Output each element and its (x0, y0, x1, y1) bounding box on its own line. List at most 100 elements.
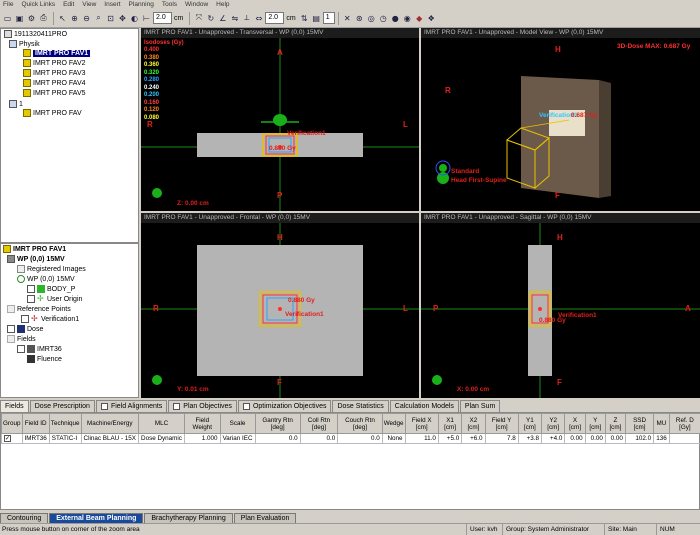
checkbox-icon[interactable] (17, 345, 25, 353)
tree-plan-4[interactable]: IMRT PRO FAV4 (23, 79, 86, 87)
slice-input[interactable]: 1 (322, 12, 335, 24)
column-header[interactable]: Y2 [cm] (541, 413, 566, 434)
cube-icon[interactable]: ◆ (414, 12, 425, 24)
group-checkbox-cell[interactable]: ✓ (1, 433, 23, 444)
model-view[interactable]: IMRT PRO FAV1 - Unapproved - Model View … (421, 28, 700, 211)
tab-checkbox[interactable] (173, 403, 181, 410)
settings-icon[interactable]: ⚙ (26, 12, 37, 24)
tree-ref-points[interactable]: Reference Points (7, 305, 71, 313)
checkbox-icon[interactable] (7, 325, 15, 333)
workspace-external-beam[interactable]: External Beam Planning (49, 513, 144, 523)
column-header[interactable]: Y1 [cm] (517, 413, 543, 434)
menu-window[interactable]: Window (185, 1, 208, 8)
page-icon[interactable]: ▤ (311, 12, 322, 24)
print-icon[interactable]: ⎙ (38, 12, 49, 24)
tree-dose[interactable]: Dose (7, 325, 43, 333)
tree-fields[interactable]: Fields (7, 335, 36, 343)
menu-help[interactable]: Help (216, 1, 229, 8)
workspace-plan-evaluation[interactable]: Plan Evaluation (233, 513, 297, 523)
mirror-icon[interactable]: ⇋ (229, 12, 240, 24)
menu-planning[interactable]: Planning (129, 1, 154, 8)
zoom-area-icon[interactable]: ⌕ (93, 12, 104, 24)
rotate-icon[interactable]: ↻ (205, 12, 216, 24)
pan-icon[interactable]: ✥ (117, 12, 128, 24)
tab-checkbox[interactable] (242, 403, 250, 410)
tree-plan-2[interactable]: IMRT PRO FAV2 (23, 59, 86, 67)
menu-tools[interactable]: Tools (162, 1, 177, 8)
column-header[interactable]: Y [cm] (584, 413, 606, 434)
zoom-in-icon[interactable]: ⊕ (69, 12, 80, 24)
column-header[interactable]: Field ID (21, 413, 50, 434)
column-header[interactable]: Scale (219, 413, 256, 434)
tree-root[interactable]: 1911320411PRO (4, 30, 67, 38)
menu-file[interactable]: File (3, 1, 13, 8)
column-header[interactable]: Technique (48, 413, 82, 434)
zoom-out-icon[interactable]: ⊖ (81, 12, 92, 24)
measure-icon[interactable]: ⊢ (141, 12, 152, 24)
column-header[interactable]: Couch Rtn [deg] (337, 413, 383, 434)
sphere-icon[interactable]: ● (390, 12, 401, 24)
tab-calculation-models[interactable]: Calculation Models (389, 400, 459, 412)
column-header[interactable]: X [cm] (564, 413, 586, 434)
tree-plan-3[interactable]: IMRT PRO FAV3 (23, 69, 86, 77)
tree-user-origin[interactable]: ✢ User Origin (27, 295, 82, 303)
workspace-contouring[interactable]: Contouring (0, 513, 49, 523)
column-header[interactable]: Wedge (381, 413, 406, 434)
column-header[interactable]: X2 [cm] (461, 413, 486, 434)
zoom-fit-icon[interactable]: ⊡ (105, 12, 116, 24)
tree-group-2[interactable]: 1 (9, 100, 23, 108)
tree-image-2[interactable]: WP (0,0) 15MV (17, 275, 75, 283)
tree-plan-6[interactable]: IMRT PRO FAV (23, 109, 82, 117)
tab-dose-prescription[interactable]: Dose Prescription (29, 400, 95, 412)
sagittal-view[interactable]: IMRT PRO FAV1 - Unapproved - Sagittal - … (421, 213, 700, 398)
window-level-icon[interactable]: ◐ (129, 12, 140, 24)
tab-field-alignments[interactable]: Field Alignments (95, 400, 168, 412)
beam-icon[interactable]: ◉ (402, 12, 413, 24)
tree-fluence[interactable]: Fluence (27, 355, 62, 363)
tab-checkbox[interactable] (100, 403, 108, 410)
column-header[interactable]: Machine/Energy (80, 413, 140, 434)
slice-up-icon[interactable]: ⇅ (299, 12, 310, 24)
column-header[interactable]: Ref. D [Gy] (668, 413, 700, 434)
tree-image[interactable]: WP (0,0) 15MV (7, 255, 65, 263)
open-icon[interactable]: ▭ (2, 12, 13, 24)
target-icon[interactable]: ⊛ (354, 12, 365, 24)
frontal-view[interactable]: IMRT PRO FAV1 - Unapproved - Frontal - W… (141, 213, 419, 398)
column-header[interactable]: MU (653, 413, 670, 434)
crosshair-icon[interactable]: ✕ (342, 12, 353, 24)
tree-group[interactable]: Physik (9, 40, 40, 48)
column-header[interactable]: X1 [cm] (437, 413, 463, 434)
menu-insert[interactable]: Insert (104, 1, 120, 8)
move-icon[interactable]: ⤧ (193, 12, 204, 24)
menu-edit[interactable]: Edit (63, 1, 74, 8)
tab-dose-statistics[interactable]: Dose Statistics (332, 400, 389, 412)
checkbox-icon[interactable] (27, 285, 35, 293)
column-header[interactable]: SSD [cm] (624, 413, 655, 434)
column-header[interactable]: Field Y [cm] (484, 413, 519, 434)
column-header[interactable]: Z [cm] (604, 413, 626, 434)
column-header[interactable]: Group (1, 413, 23, 434)
angle-icon[interactable]: ∠ (217, 12, 228, 24)
orbit-icon[interactable]: ◎ (366, 12, 377, 24)
table-row[interactable]: ✓ IMRT36 STATIC-I Clinac BLAU - 15X Dose Dyn… (1, 433, 700, 444)
tree-registered[interactable]: Registered Images (17, 265, 86, 273)
tab-plan-sum[interactable]: Plan Sum (459, 400, 501, 412)
workspace-brachytherapy[interactable]: Brachytherapy Planning (144, 513, 233, 523)
checkbox-icon[interactable] (27, 295, 35, 303)
tree-plan-header[interactable]: IMRT PRO FAV1 (3, 245, 66, 253)
save-icon[interactable]: ▣ (14, 12, 25, 24)
tree-plan-5[interactable]: IMRT PRO FAV5 (23, 89, 86, 97)
group-checkbox[interactable]: ✓ (4, 435, 11, 442)
transversal-view[interactable]: IMRT PRO FAV1 - Unapproved - Transversal… (141, 28, 419, 211)
clock-icon[interactable]: ◷ (378, 12, 389, 24)
shift-step-input[interactable]: 2.0 (265, 12, 285, 24)
column-header[interactable]: Field X [cm] (404, 413, 439, 434)
tab-fields[interactable]: Fields (0, 400, 29, 412)
tab-plan-objectives[interactable]: Plan Objectives (168, 400, 237, 412)
tree-verification[interactable]: ✢ Verification1 (21, 315, 79, 323)
pointer-icon[interactable]: ↖ (57, 12, 68, 24)
tab-optimization-objectives[interactable]: Optimization Objectives (237, 400, 332, 412)
column-header[interactable]: MLC (138, 413, 185, 434)
menu-quick-links[interactable]: Quick Links (21, 1, 55, 8)
ruler-icon[interactable]: ⟂ (241, 12, 252, 24)
